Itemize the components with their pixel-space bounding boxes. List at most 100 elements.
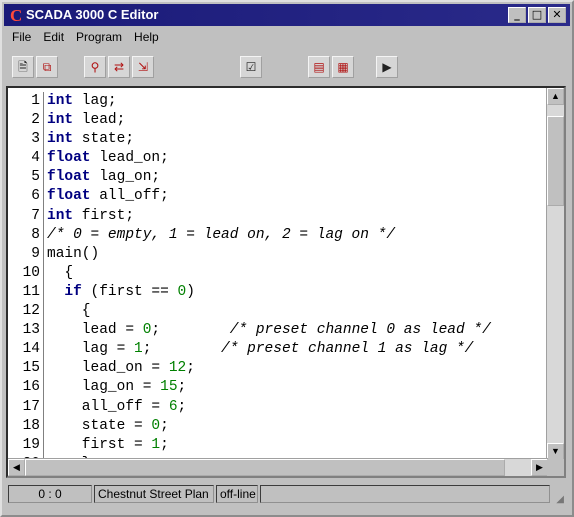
status-bar: 0 : 0 Chestnut Street Plan off-line ◢ bbox=[6, 482, 566, 508]
code-text: lag = bbox=[47, 341, 135, 358]
code-text: lead_on; bbox=[90, 150, 169, 167]
check-syntax-button[interactable]: ☑ bbox=[240, 56, 262, 78]
menu-program[interactable]: Program bbox=[76, 30, 122, 50]
save-program-icon: ▦ bbox=[337, 60, 349, 74]
code-line[interactable]: 6 float all_off; bbox=[8, 187, 548, 207]
code-text: ; bbox=[177, 398, 187, 415]
code-text: ; bbox=[186, 360, 195, 377]
line-number: 4 bbox=[8, 149, 44, 169]
code-editor[interactable]: 1 int lag; 2 int lead; 3 int state; 4 float lea… bbox=[6, 86, 566, 478]
line-number: 3 bbox=[8, 130, 44, 150]
code-keyword: int bbox=[47, 93, 74, 109]
horizontal-scrollbar[interactable]: ◀ ▶ bbox=[8, 458, 548, 476]
code-text: { bbox=[47, 303, 91, 320]
new-file-icon: 🗎 bbox=[18, 60, 28, 74]
code-line[interactable]: 15 lead_on = 12; bbox=[8, 359, 548, 379]
arrow-up-icon: ▲ bbox=[551, 91, 560, 101]
code-text: ; bbox=[160, 417, 169, 434]
code-text: state = bbox=[47, 417, 152, 434]
goto-button[interactable]: ⇲ bbox=[132, 56, 154, 78]
code-line[interactable]: 5 float lag_on; bbox=[8, 168, 548, 188]
code-keyword: float bbox=[47, 169, 91, 186]
code-line[interactable]: 10 { bbox=[8, 263, 548, 283]
code-comment: /* preset channel 0 as lead */ bbox=[229, 322, 491, 339]
code-line[interactable]: 19 first = 1; bbox=[8, 435, 548, 455]
copy-file-button[interactable]: ⧉ bbox=[36, 56, 58, 78]
connection-status: off-line bbox=[216, 485, 258, 503]
code-text: { bbox=[47, 264, 74, 281]
code-line[interactable]: 14 lag = 1; /* preset channel 1 as lag *… bbox=[8, 340, 548, 360]
scroll-up-button[interactable]: ▲ bbox=[547, 88, 564, 105]
code-line[interactable]: 13 lead = 0; /* preset channel 0 as lead… bbox=[8, 321, 548, 341]
code-text: (first == bbox=[81, 283, 178, 300]
menu-bar: File Edit Program Help bbox=[6, 30, 159, 50]
code-line[interactable]: 2 int lead; bbox=[8, 111, 548, 131]
plant-name: Chestnut Street Plan bbox=[94, 485, 214, 503]
arrow-left-icon: ◀ bbox=[13, 462, 20, 472]
line-number: 2 bbox=[8, 111, 44, 131]
replace-icon: ⇄ bbox=[113, 60, 125, 74]
menu-help[interactable]: Help bbox=[134, 30, 159, 50]
run-icon: ▶ bbox=[382, 60, 392, 74]
code-text: all_off; bbox=[90, 188, 169, 205]
maximize-button[interactable]: □ bbox=[528, 7, 546, 23]
code-line[interactable]: 17 all_off = 6; bbox=[8, 397, 548, 417]
scroll-down-button[interactable]: ▼ bbox=[547, 443, 564, 460]
code-line[interactable]: 16 lag_on = 15; bbox=[8, 378, 548, 398]
code-area[interactable]: 1 int lag; 2 int lead; 3 int state; 4 float lea… bbox=[8, 92, 548, 474]
load-program-button[interactable]: ▤ bbox=[308, 56, 330, 78]
resize-grip-icon[interactable]: ◢ bbox=[552, 494, 564, 506]
code-line[interactable]: 3 int state; bbox=[8, 130, 548, 150]
line-number: 8 bbox=[8, 225, 44, 245]
code-text: ; bbox=[177, 379, 187, 396]
scroll-right-button[interactable]: ▶ bbox=[531, 459, 548, 476]
code-line[interactable]: 7 int first; bbox=[8, 206, 548, 226]
vertical-scrollbar[interactable]: ▲ ▼ bbox=[546, 88, 564, 460]
code-text: main() bbox=[47, 245, 100, 262]
save-program-button[interactable]: ▦ bbox=[332, 56, 354, 78]
close-button[interactable]: ✕ bbox=[548, 7, 566, 23]
line-number: 6 bbox=[8, 187, 44, 207]
line-number: 5 bbox=[8, 168, 44, 188]
scroll-left-button[interactable]: ◀ bbox=[8, 459, 25, 476]
find-button[interactable]: ⚲ bbox=[84, 56, 106, 78]
line-number: 17 bbox=[8, 397, 44, 417]
code-line[interactable]: 12 { bbox=[8, 302, 548, 322]
code-number: 1 bbox=[151, 436, 161, 453]
replace-button[interactable]: ⇄ bbox=[108, 56, 130, 78]
load-program-icon: ▤ bbox=[313, 60, 325, 74]
minimize-button[interactable]: _ bbox=[508, 7, 526, 23]
code-line[interactable]: 11 if (first == 0) bbox=[8, 282, 548, 303]
code-line[interactable]: 4 float lead_on; bbox=[8, 149, 548, 169]
line-number: 18 bbox=[8, 416, 44, 436]
code-line[interactable]: 8/* 0 = empty, 1 = lead on, 2 = lag on *… bbox=[8, 225, 548, 245]
title-bar[interactable]: C SCADA 3000 C Editor _ □ ✕ bbox=[4, 4, 570, 26]
checkbox-icon: ☑ bbox=[245, 60, 257, 74]
new-file-button[interactable]: 🗎 bbox=[12, 56, 34, 78]
line-number: 13 bbox=[8, 321, 44, 341]
code-number: 0 bbox=[151, 417, 161, 434]
line-number: 9 bbox=[8, 244, 44, 264]
code-text: ; bbox=[160, 436, 169, 453]
code-text: all_off = bbox=[47, 398, 169, 415]
menu-file[interactable]: File bbox=[12, 30, 31, 50]
run-button[interactable]: ▶ bbox=[376, 56, 398, 78]
toolbar: 🗎 ⧉ ⚲ ⇄ ⇲ ☑ ▤ ▦ ▶ bbox=[6, 52, 566, 82]
code-line[interactable]: 18 state = 0; bbox=[8, 416, 548, 436]
vertical-scroll-thumb[interactable] bbox=[547, 116, 564, 206]
code-line[interactable]: 9 main() bbox=[8, 244, 548, 264]
code-number: 12 bbox=[168, 360, 187, 377]
line-number: 19 bbox=[8, 435, 44, 455]
code-text: first = bbox=[47, 436, 152, 453]
code-text: lag_on = bbox=[47, 379, 161, 396]
code-line[interactable]: 1 int lag; bbox=[8, 92, 548, 112]
line-number: 15 bbox=[8, 359, 44, 379]
code-text: first; bbox=[73, 207, 135, 224]
goto-icon: ⇲ bbox=[137, 60, 149, 74]
code-number: 1 bbox=[134, 341, 143, 358]
arrow-right-icon: ▶ bbox=[536, 462, 543, 472]
line-number: 14 bbox=[8, 340, 44, 360]
line-number: 11 bbox=[8, 282, 44, 303]
horizontal-scroll-thumb[interactable] bbox=[25, 459, 505, 476]
menu-edit[interactable]: Edit bbox=[43, 30, 64, 50]
